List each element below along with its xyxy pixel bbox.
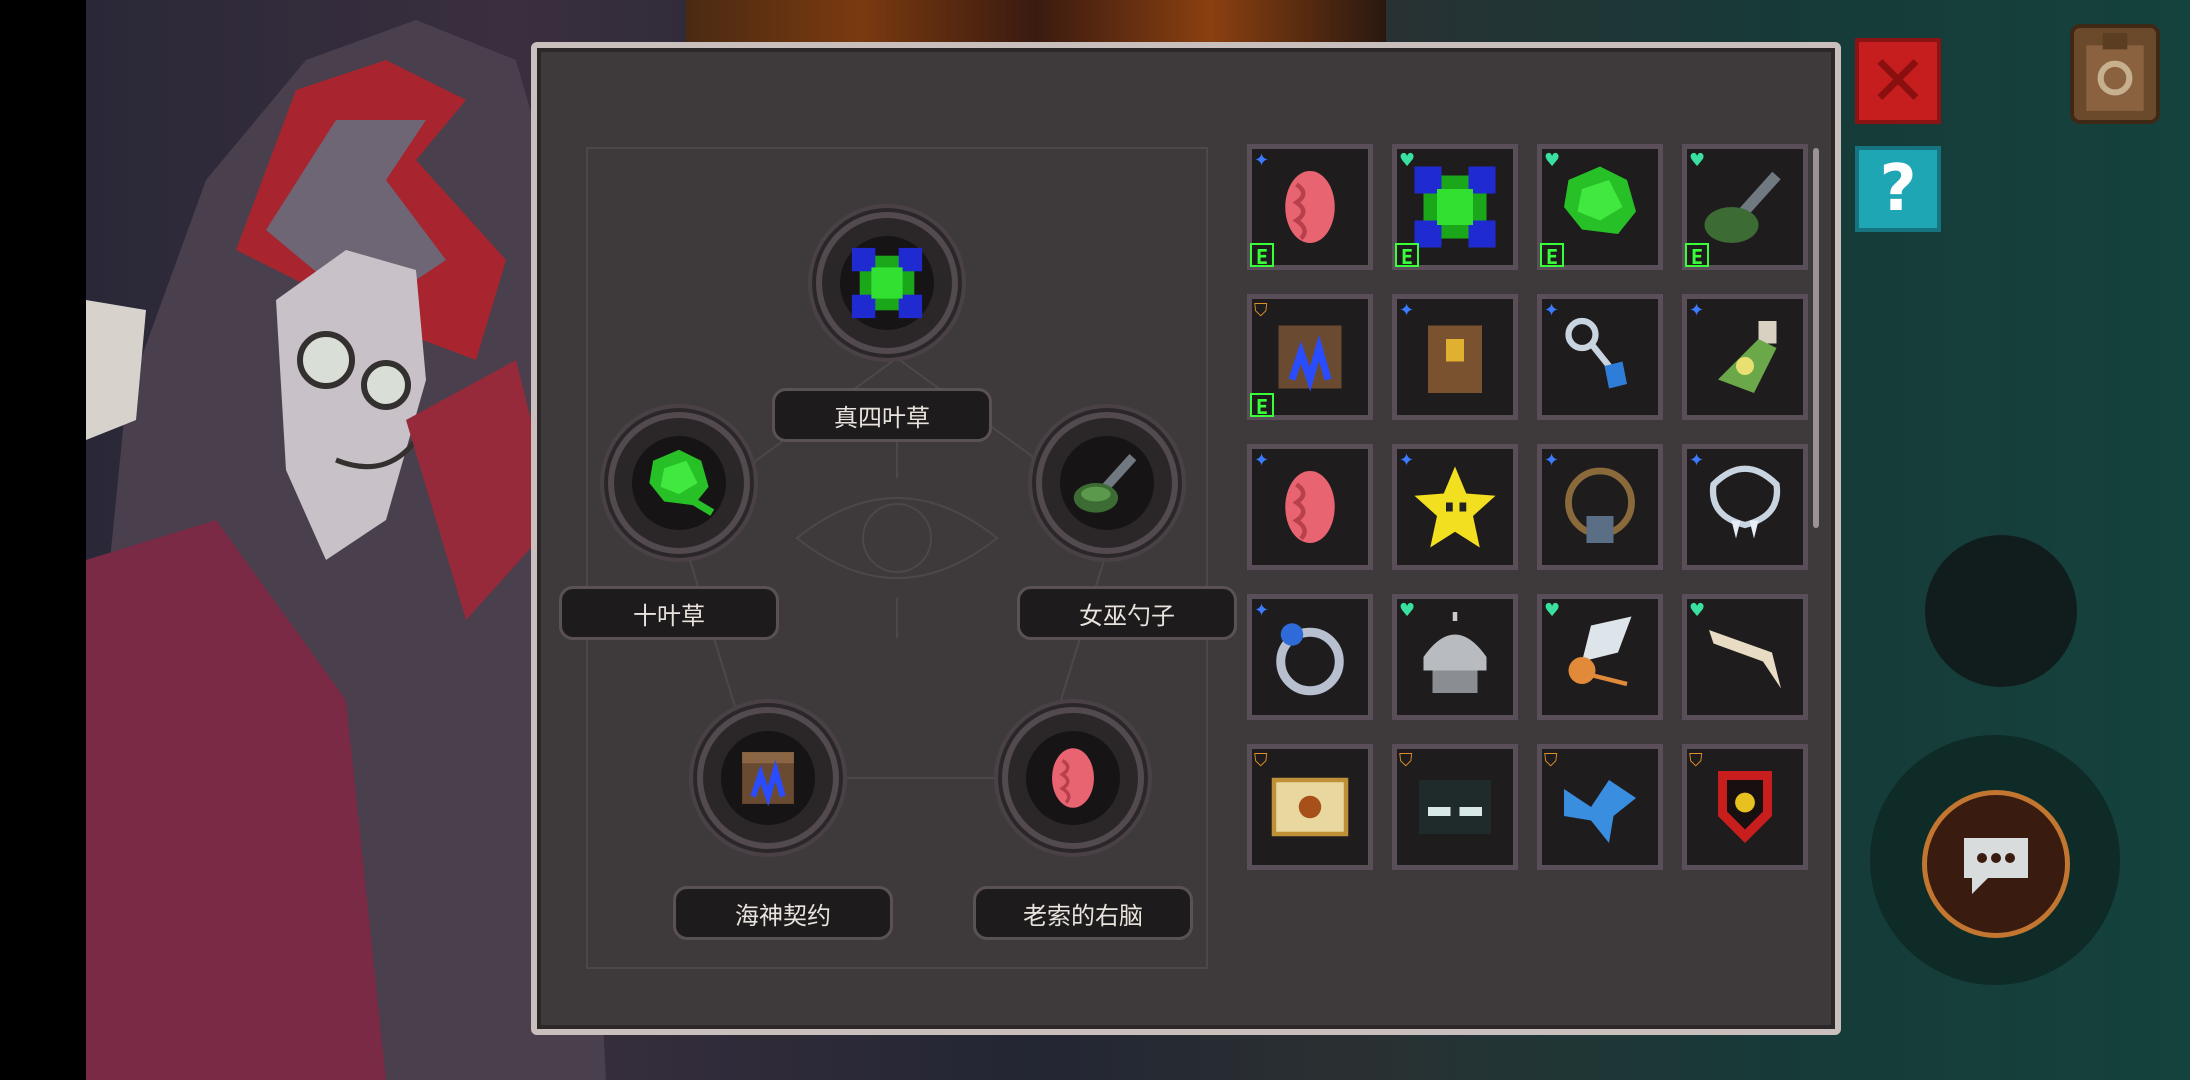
blue-star-icon: ✦ [1544, 450, 1560, 471]
equipped-badge: E [1395, 243, 1419, 269]
orange-shield-icon: ⛉ [1399, 750, 1413, 771]
sapphire-ring-icon [1276, 623, 1344, 696]
right-brain-icon [1052, 748, 1094, 808]
help-button[interactable]: ? [1855, 146, 1941, 232]
tree-slot[interactable] [703, 713, 833, 843]
question-icon: ? [1879, 152, 1917, 226]
green-heart-icon: ♥ [1544, 150, 1561, 171]
talisman-panel: 真四叶草 十叶草 女巫勺子 海神契约 老索的右脑 ✦ E ♥ E ♥ E ♥ E… [531, 42, 1841, 1035]
witch-spoon-icon [1073, 454, 1137, 513]
equipped-badge: E [1250, 393, 1274, 419]
blue-star-icon: ✦ [1544, 300, 1560, 321]
inventory-slot[interactable]: ✦ [1247, 444, 1373, 570]
inventory-slot[interactable]: ✦ E [1247, 144, 1373, 270]
inventory-grid: ✦ E ♥ E ♥ E ♥ E ⛉ E ✦ ✦ ✦ ✦ ✦ ✦ ✦ ✦ ♥ ♥ ♥ ⛉ ⛉ ⛉ ⛉ [1247, 144, 1808, 924]
close-icon: ✕ [1868, 40, 1928, 122]
tree-node-label: 女巫勺子 [1017, 586, 1237, 640]
inventory-slot[interactable]: ♥ [1682, 594, 1808, 720]
inventory-slot[interactable]: ♥ [1537, 594, 1663, 720]
close-button[interactable]: ✕ [1855, 38, 1941, 124]
chat-button[interactable] [1922, 790, 2070, 938]
inventory-slot[interactable]: ♥ E [1537, 144, 1663, 270]
tree-node-label: 十叶草 [559, 586, 779, 640]
orange-shield-icon: ⛉ [1254, 300, 1268, 321]
tree-slot[interactable] [614, 418, 744, 548]
green-heart-icon: ♥ [1689, 150, 1706, 171]
equipped-badge: E [1685, 243, 1709, 269]
tree-node-label: 海神契约 [673, 886, 893, 940]
silver-helmet-icon [1423, 612, 1487, 693]
chat-bubble-icon [1964, 838, 2028, 894]
inventory-slot[interactable]: ✦ [1392, 294, 1518, 420]
leather-backpack-icon [1428, 325, 1482, 393]
poseidon-contract-scroll-icon [742, 752, 794, 807]
green-heart-icon: ♥ [1689, 600, 1706, 621]
green-heart-icon: ♥ [1399, 600, 1416, 621]
blue-star-icon: ✦ [1254, 150, 1270, 171]
inventory-slot[interactable]: ✦ [1247, 594, 1373, 720]
inventory-slot[interactable]: ♥ E [1392, 144, 1518, 270]
inventory-slot[interactable]: ✦ [1537, 444, 1663, 570]
inventory-slot[interactable]: ♥ E [1682, 144, 1808, 270]
potion-bottle-icon [1718, 321, 1777, 393]
inventory-slot[interactable]: ⛉ [1537, 744, 1663, 870]
orange-shield-icon: ⛉ [1254, 750, 1268, 771]
brain-icon [1285, 171, 1335, 243]
fang-necklace-icon [1709, 465, 1781, 539]
yellow-star-icon [1414, 466, 1496, 548]
inventory-scrollbar[interactable] [1813, 148, 1819, 528]
four-leaf-clover-icon [1414, 166, 1496, 248]
brain-icon [1285, 471, 1335, 543]
ten-leaf-clover-icon [1564, 166, 1636, 234]
blue-star-icon: ✦ [1689, 300, 1705, 321]
equipped-badge: E [1540, 243, 1564, 269]
blue-star-icon: ✦ [1689, 450, 1705, 471]
tree-slot[interactable] [1042, 418, 1172, 548]
green-ten-leaf-clover-icon [649, 449, 715, 516]
witch-npc-portrait [86, 20, 606, 1080]
skull-necklace-icon [1565, 467, 1635, 543]
blue-star-icon: ✦ [1254, 450, 1270, 471]
contract-scroll-icon [1278, 325, 1342, 392]
tree-node-label: 真四叶草 [772, 388, 992, 442]
equipped-badge: E [1250, 243, 1274, 269]
witch-spoon-icon [1704, 171, 1781, 243]
eye-envelope-icon [1271, 777, 1349, 837]
winged-feather-icon [1568, 616, 1632, 687]
inventory-slot[interactable]: ⛉ E [1247, 294, 1373, 420]
inventory-slot[interactable]: ✦ [1682, 444, 1808, 570]
inventory-slot[interactable]: ✦ [1682, 294, 1808, 420]
backpack-icon [2086, 33, 2144, 111]
talisman-combination-tree: 真四叶草 十叶草 女巫勺子 海神契约 老索的右脑 [559, 138, 1237, 978]
blue-star-icon: ✦ [1399, 300, 1415, 321]
orange-shield-icon: ⛉ [1689, 750, 1703, 771]
green-heart-icon: ♥ [1544, 600, 1561, 621]
eye-shield-icon [1718, 771, 1772, 843]
dark-goggles-icon [1419, 780, 1491, 834]
inventory-slot[interactable]: ♥ [1392, 594, 1518, 720]
backpack-button[interactable] [2070, 24, 2160, 124]
tree-slot[interactable] [1008, 713, 1138, 843]
blue-star-icon: ✦ [1254, 600, 1270, 621]
orange-shield-icon: ⛉ [1544, 750, 1558, 771]
green-heart-icon: ♥ [1399, 150, 1416, 171]
inventory-slot[interactable]: ⛉ [1392, 744, 1518, 870]
blue-bird-icon [1564, 780, 1636, 843]
green-four-leaf-clover-icon [851, 247, 923, 319]
inventory-slot[interactable]: ⛉ [1682, 744, 1808, 870]
tree-node-label: 老索的右脑 [973, 886, 1193, 940]
bone-jaw-icon [1709, 630, 1781, 689]
chain-pendant-icon [1565, 317, 1627, 389]
tree-slot[interactable] [822, 218, 952, 348]
inventory-slot[interactable]: ✦ [1392, 444, 1518, 570]
blue-star-icon: ✦ [1399, 450, 1415, 471]
virtual-joystick-button[interactable] [1925, 535, 2077, 687]
inventory-slot[interactable]: ✦ [1537, 294, 1663, 420]
inventory-slot[interactable]: ⛉ [1247, 744, 1373, 870]
